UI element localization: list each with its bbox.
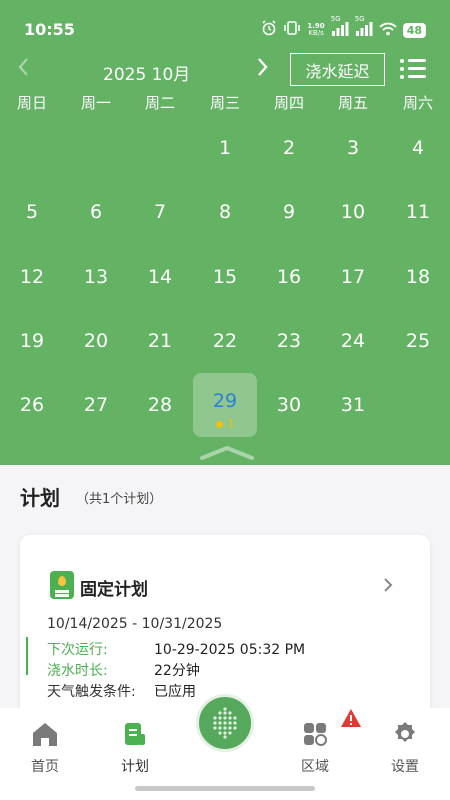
next-run-label: 下次运行: [47,642,108,658]
calendar-day[interactable]: 13 [64,245,128,309]
weekday-label: 周三 [209,94,240,112]
watering-delay-button[interactable]: 浇水延迟 [290,53,385,86]
calendar-day-selected[interactable]: 29 1 [193,373,257,438]
calendar-day[interactable]: 7 [128,180,192,244]
network-speed: 1.90 KB/s [307,23,324,37]
calendar-day[interactable]: 21 [128,309,192,373]
calendar-day[interactable]: 30 [257,373,321,437]
plan-dot-icon [215,420,223,428]
plan-name: 固定计划 [80,580,148,600]
status-bar: 10:55 1.90 KB/s 5G 5G 48 [0,0,450,56]
calendar-day[interactable]: 4 [386,116,450,180]
calendar-day[interactable]: 3 [321,116,385,180]
calendar-day[interactable]: 16 [257,245,321,309]
calendar-day[interactable]: 8 [193,180,257,244]
status-icons: 1.90 KB/s 5G 5G 48 [261,15,426,40]
calendar-day[interactable]: 18 [386,245,450,309]
calendar-header: 2025 10月 浇水延迟 [0,52,450,88]
calendar-day[interactable]: 17 [321,245,385,309]
nav-home-label: 首页 [31,759,59,775]
nav-zone-label: 区域 [301,759,329,775]
next-run-value: 10-29-2025 05:32 PM [154,642,306,658]
wifi-icon [379,21,397,40]
nav-settings[interactable]: 设置 [370,720,440,776]
duration-value: 22分钟 [154,663,200,679]
calendar-day[interactable]: 12 [0,245,64,309]
weekday-label: 周六 [402,94,433,112]
calendar-day[interactable]: 27 [64,373,128,437]
calendar-day[interactable]: 20 [64,309,128,373]
weather-value: 已应用 [154,684,196,700]
plan-date-range: 10/14/2025 - 10/31/2025 [47,616,223,632]
collapse-chevron-icon[interactable] [200,446,254,460]
calendar-day[interactable]: 6 [64,180,128,244]
duration-row: 浇水时长: 22分钟 [47,660,200,680]
calendar-day[interactable]: 14 [128,245,192,309]
weather-label: 天气触发条件: [47,684,136,700]
nav-settings-label: 设置 [391,759,419,775]
calendar-day[interactable]: 23 [257,309,321,373]
status-time: 10:55 [24,20,75,39]
plan-icon [50,571,74,599]
prev-month-button[interactable] [16,56,30,84]
water-dots-icon [213,707,237,739]
calendar-day[interactable]: 9 [257,180,321,244]
calendar-day[interactable]: 1 [193,116,257,180]
calendar-day[interactable]: 11 [386,180,450,244]
plan-nav-icon [125,723,145,745]
calendar-day[interactable]: 5 [0,180,64,244]
plans-count: （共1个计划） [76,492,163,507]
alarm-icon [261,20,277,40]
plans-title: 计划 [20,486,60,510]
calendar-day[interactable]: 25 [386,309,450,373]
weekday-row: 周日 周一 周二 周三 周四 周五 周六 [0,92,450,114]
nav-plan[interactable]: 计划 [100,720,170,776]
weekday-label: 周二 [144,94,175,112]
calendar-day[interactable]: 10 [321,180,385,244]
weather-row: 天气触发条件: 已应用 [47,681,196,701]
calendar-day[interactable]: 31 [321,373,385,437]
calendar-day[interactable]: 19 [0,309,64,373]
nav-zone[interactable]: 区域 [280,720,350,776]
calendar-day[interactable]: 24 [321,309,385,373]
weekday-label: 周一 [80,94,111,112]
weekday-label: 周四 [273,94,304,112]
center-action-button[interactable] [196,694,254,752]
chevron-left-icon [18,58,28,76]
gesture-bar[interactable] [135,786,315,791]
plan-count-indicator: 1 [193,417,257,431]
plan-accent-bar [26,637,28,675]
weekday-label: 周五 [337,94,368,112]
calendar-day[interactable]: 22 [193,309,257,373]
nav-home[interactable]: 首页 [10,720,80,776]
calendar-panel: 10:55 1.90 KB/s 5G 5G 48 2025 10月 浇水延迟 周… [0,0,450,465]
speed-unit: KB/s [308,29,324,37]
duration-label: 浇水时长: [47,663,108,679]
cell-signal-icon: 5G [331,15,349,40]
calendar-day[interactable]: 15 [193,245,257,309]
next-run-row: 下次运行: 10-29-2025 05:32 PM [47,639,305,659]
gear-icon [395,722,415,742]
calendar-day[interactable]: 28 [128,373,192,437]
month-label: 2025 10月 [103,65,191,85]
calendar-day[interactable]: 2 [257,116,321,180]
calendar-day[interactable]: 26 [0,373,64,437]
next-month-button[interactable] [256,56,270,84]
vibrate-icon [283,20,301,40]
signal-label-2: 5G [354,14,365,23]
signal-label-1: 5G [330,14,341,23]
weekday-label: 周日 [16,94,47,112]
cell-signal-icon-2: 5G [355,15,373,40]
battery-indicator: 48 [402,22,426,38]
list-menu-icon[interactable] [400,57,426,81]
selected-day-count: 1 [227,417,235,431]
chevron-right-icon [258,58,268,76]
warning-icon [341,709,361,727]
home-icon [33,723,57,746]
selected-day-number: 29 [212,390,238,413]
nav-plan-label: 计划 [121,759,149,775]
chevron-right-icon[interactable] [382,575,394,599]
zone-icon [304,723,327,746]
